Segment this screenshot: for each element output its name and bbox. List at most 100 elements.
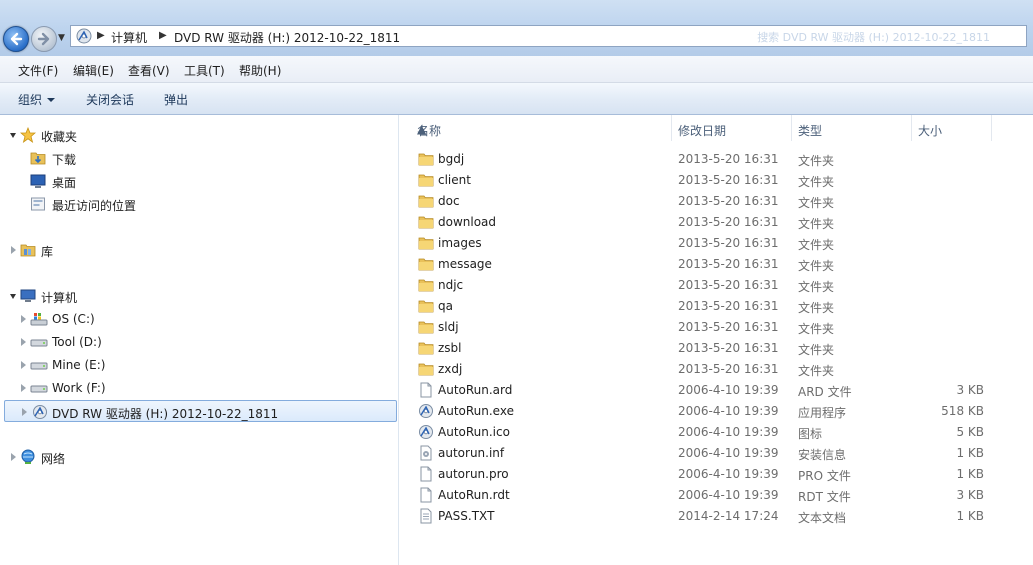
file-row[interactable]: AutoRun.ico 2006-4-10 19:39 图标 5 KB [399, 421, 1033, 442]
file-row[interactable]: client 2013-5-20 16:31 文件夹 [399, 169, 1033, 190]
folder-icon [418, 319, 434, 338]
close-session-button[interactable]: 关闭会话 [86, 91, 134, 108]
file-row[interactable]: zsbl 2013-5-20 16:31 文件夹 [399, 337, 1033, 358]
file-row[interactable]: doc 2013-5-20 16:31 文件夹 [399, 190, 1033, 211]
file-row[interactable]: download 2013-5-20 16:31 文件夹 [399, 211, 1033, 232]
file-type: 文件夹 [798, 280, 835, 294]
file-type: 文件夹 [798, 175, 835, 189]
file-date: 2013-5-20 16:31 [678, 173, 779, 187]
expand-arrow-icon[interactable] [10, 133, 16, 138]
menu-view[interactable]: 查看(V) [128, 62, 170, 79]
breadcrumb-dvd-drive[interactable]: DVD RW 驱动器 (H:) 2012-10-22_1811 [174, 29, 400, 46]
back-arrow-icon [10, 32, 23, 46]
tree-item-computer[interactable]: 计算机 [0, 285, 398, 307]
file-row[interactable]: images 2013-5-20 16:31 文件夹 [399, 232, 1033, 253]
tree-item-desktop[interactable]: 桌面 [0, 170, 398, 192]
tree-item-favorites[interactable]: 收藏夹 [0, 124, 398, 146]
file-date: 2013-5-20 16:31 [678, 362, 779, 376]
column-header-type[interactable]: 类型 [792, 115, 912, 141]
folder-icon [418, 256, 434, 275]
recent-pages-dropdown-icon[interactable]: ▼ [58, 33, 65, 43]
organize-button[interactable]: 组织 [18, 91, 56, 108]
file-row[interactable]: PASS.TXT 2014-2-14 17:24 文本文档 1 KB [399, 505, 1033, 526]
eject-button[interactable]: 弹出 [164, 91, 188, 108]
file-type: PRO 文件 [798, 469, 851, 483]
file-row[interactable]: qa 2013-5-20 16:31 文件夹 [399, 295, 1033, 316]
folder-icon [418, 298, 434, 317]
file-type: 文件夹 [798, 364, 835, 378]
tree-item-downloads[interactable]: 下载 [0, 147, 398, 169]
tree-item-network[interactable]: 网络 [0, 446, 398, 468]
file-date: 2013-5-20 16:31 [678, 194, 779, 208]
expand-arrow-icon[interactable] [10, 294, 16, 299]
breadcrumb-arrow-icon[interactable]: ▶ [97, 30, 105, 41]
file-icon [418, 466, 434, 485]
menu-file[interactable]: 文件(F) [18, 62, 58, 79]
file-row[interactable]: AutoRun.ard 2006-4-10 19:39 ARD 文件 3 KB [399, 379, 1033, 400]
system-drive-icon [30, 313, 48, 326]
computer-icon [20, 289, 36, 302]
file-type: 图标 [798, 427, 823, 441]
file-row[interactable]: ndjc 2013-5-20 16:31 文件夹 [399, 274, 1033, 295]
file-type: ARD 文件 [798, 385, 852, 399]
address-bar[interactable]: ▶ 计算机 ▶ DVD RW 驱动器 (H:) 2012-10-22_1811 … [70, 25, 1027, 47]
collapse-arrow-icon[interactable] [11, 453, 16, 461]
file-size: 518 KB [941, 404, 984, 418]
collapse-arrow-icon[interactable] [21, 384, 26, 392]
file-size: 1 KB [956, 467, 984, 481]
tree-item-drive-d[interactable]: Tool (D:) [0, 331, 398, 353]
breadcrumb-computer[interactable]: 计算机 [111, 29, 147, 46]
file-row[interactable]: autorun.inf 2006-4-10 19:39 安装信息 1 KB [399, 442, 1033, 463]
file-row[interactable]: autorun.pro 2006-4-10 19:39 PRO 文件 1 KB [399, 463, 1033, 484]
image-icon [418, 424, 434, 443]
setup-info-icon [418, 445, 434, 464]
menu-edit[interactable]: 编辑(E) [73, 62, 114, 79]
file-name: zxdj [438, 362, 463, 376]
collapse-arrow-icon[interactable] [21, 315, 26, 323]
tree-item-recent-places[interactable]: 最近访问的位置 [0, 193, 398, 215]
folder-icon [418, 193, 434, 212]
file-size: 5 KB [956, 425, 984, 439]
file-row[interactable]: sldj 2013-5-20 16:31 文件夹 [399, 316, 1033, 337]
file-type: 文件夹 [798, 238, 835, 252]
navigation-pane: 收藏夹 下载 桌面 最近访问的位置 库 计算机 OS (C:) Tool (D:… [0, 115, 399, 565]
column-header-size[interactable]: 大小 [912, 115, 992, 141]
tree-item-drive-c[interactable]: OS (C:) [0, 308, 398, 330]
column-label: 类型 [798, 124, 823, 138]
collapse-arrow-icon[interactable] [21, 338, 26, 346]
collapse-arrow-icon[interactable] [11, 246, 16, 254]
file-icon [418, 487, 434, 506]
library-icon [20, 244, 36, 257]
search-box-ghost[interactable]: 搜索 DVD RW 驱动器 (H:) 2012-10-22_1811 [757, 29, 990, 45]
file-row[interactable]: AutoRun.rdt 2006-4-10 19:39 RDT 文件 3 KB [399, 484, 1033, 505]
tree-item-dvd-drive[interactable]: DVD RW 驱动器 (H:) 2012-10-22_1811 [4, 400, 397, 422]
forward-arrow-icon [37, 32, 50, 46]
tree-label: Work (F:) [52, 381, 106, 395]
column-header-date[interactable]: 修改日期 [672, 115, 792, 141]
file-type: 安装信息 [798, 448, 847, 462]
tree-item-libraries[interactable]: 库 [0, 239, 398, 261]
tree-item-drive-e[interactable]: Mine (E:) [0, 354, 398, 376]
file-row[interactable]: zxdj 2013-5-20 16:31 文件夹 [399, 358, 1033, 379]
menu-help[interactable]: 帮助(H) [239, 62, 281, 79]
hard-drive-icon [30, 362, 48, 370]
back-button[interactable] [3, 26, 29, 52]
file-list-pane: 名称 ▲ 修改日期 类型 大小 bgdj 2013-5-20 16:31 文件夹 cl… [399, 115, 1033, 565]
collapse-arrow-icon[interactable] [21, 361, 26, 369]
folder-icon [418, 235, 434, 254]
breadcrumb-arrow-icon[interactable]: ▶ [159, 30, 167, 41]
menu-tools[interactable]: 工具(T) [184, 62, 225, 79]
file-type: 文件夹 [798, 154, 835, 168]
forward-button[interactable] [31, 26, 57, 52]
column-header-name[interactable]: 名称 ▲ [411, 115, 672, 141]
dvd-drive-icon [33, 405, 47, 419]
tree-item-drive-f[interactable]: Work (F:) [0, 377, 398, 399]
file-type: 文件夹 [798, 196, 835, 210]
file-row[interactable]: AutoRun.exe 2006-4-10 19:39 应用程序 518 KB [399, 400, 1033, 421]
file-row[interactable]: bgdj 2013-5-20 16:31 文件夹 [399, 148, 1033, 169]
collapse-arrow-icon[interactable] [22, 408, 27, 416]
file-row[interactable]: message 2013-5-20 16:31 文件夹 [399, 253, 1033, 274]
tree-label: 收藏夹 [41, 130, 78, 144]
hard-drive-icon [30, 385, 48, 393]
star-icon [20, 127, 36, 143]
